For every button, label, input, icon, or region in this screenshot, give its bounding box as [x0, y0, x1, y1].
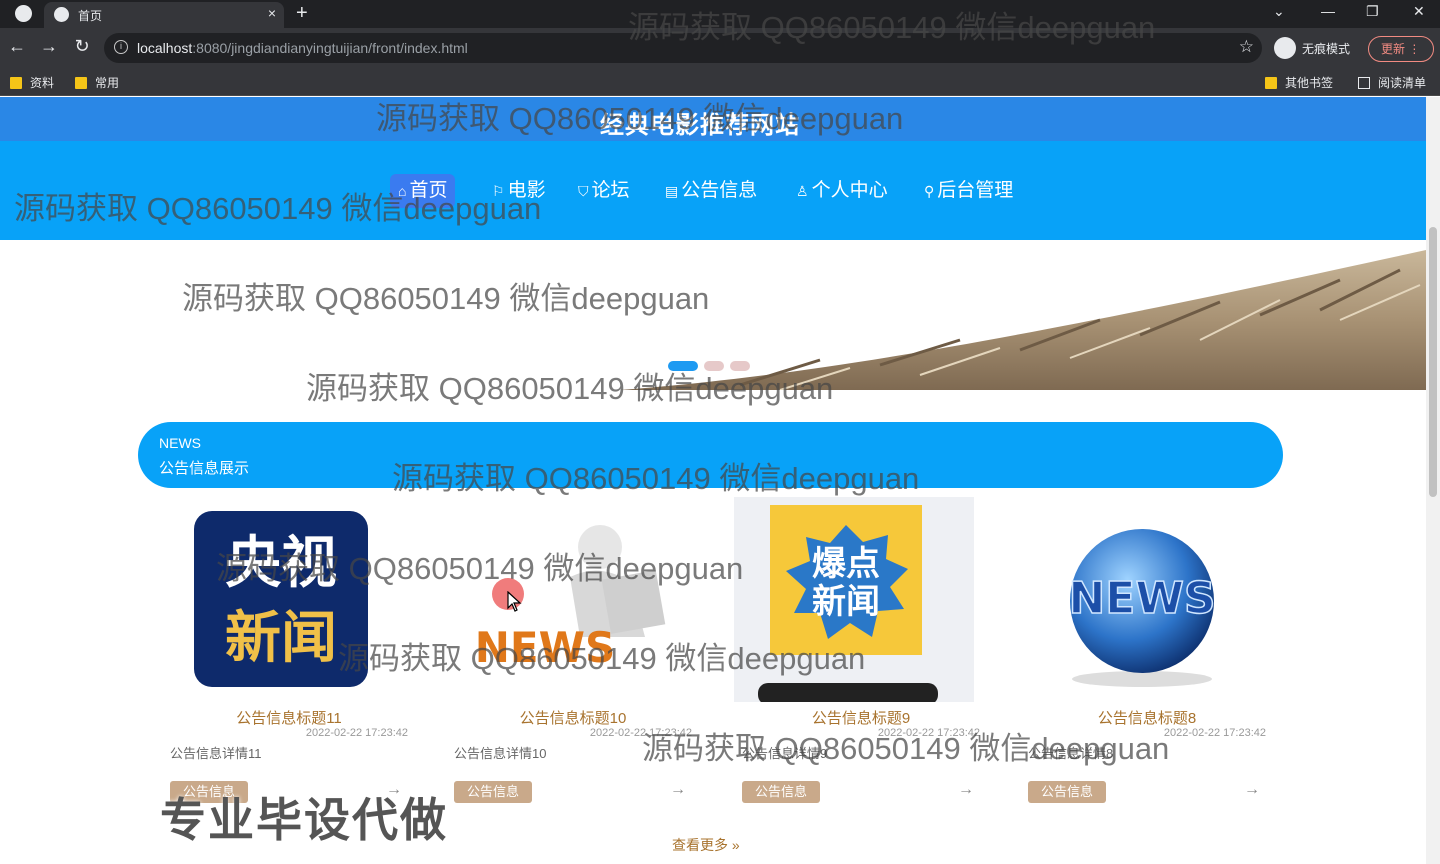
incognito-indicator[interactable]: 无痕模式	[1274, 37, 1350, 59]
incognito-icon	[1274, 37, 1296, 59]
carousel-dot-1[interactable]	[668, 361, 698, 371]
nav-user-center[interactable]: ♙ 个人中心	[788, 174, 896, 208]
card-tag[interactable]: 公告信息	[454, 781, 532, 803]
bookmark-folder-ziliao[interactable]: 资料	[10, 74, 54, 91]
card-time: 2022-02-22 17:23:42	[589, 727, 692, 739]
card-tag[interactable]: 公告信息	[742, 781, 820, 803]
svg-text:央视: 央视	[225, 531, 337, 596]
news-card[interactable]: NEWS 公告信息标题10 2022-02-22 17:23:42 公告信息详情…	[430, 497, 716, 857]
link-icon: ⚲	[924, 183, 935, 199]
view-more-link[interactable]: 查看更多 »	[672, 835, 740, 855]
card-tag[interactable]: 公告信息	[1028, 781, 1106, 803]
browser-tab[interactable]: 首页 ×	[44, 2, 284, 28]
nav-movies[interactable]: ⚐ 电影	[484, 174, 554, 208]
tab-title: 首页	[78, 9, 103, 23]
restore-button[interactable]: ❐	[1366, 3, 1379, 20]
bookmark-star-icon[interactable]: ☆	[1239, 37, 1254, 57]
card-time: 2022-02-22 17:23:42	[1163, 727, 1266, 739]
flag-icon: ⚐	[492, 183, 505, 199]
card-title[interactable]: 公告信息标题8	[1004, 707, 1290, 728]
news-thumbnail-burst: 爆点 新闻	[734, 497, 974, 702]
news-heading-cn: 公告信息展示	[159, 460, 250, 477]
svg-text:爆点: 爆点	[812, 544, 880, 584]
news-thumbnail-cctv: 央视 新闻	[194, 511, 368, 687]
news-card[interactable]: NEWS 公告信息标题8 2022-02-22 17:23:42 公告信息详情8…	[1004, 497, 1290, 857]
card-description: 公告信息详情9	[742, 746, 828, 761]
card-description: 公告信息详情10	[454, 746, 547, 761]
nav-admin[interactable]: ⚲ 后台管理	[916, 174, 1021, 208]
news-thumbnail-globe: NEWS	[1068, 529, 1216, 687]
update-button[interactable]: 更新 ⋮	[1368, 36, 1434, 62]
browser-tab-strip: 首页 × + ⌄ — ❐ ✕	[0, 0, 1440, 28]
carousel-dot-2[interactable]	[704, 361, 724, 371]
browser-logo-icon	[15, 5, 32, 22]
mouse-cursor-icon	[507, 591, 522, 612]
nav-home[interactable]: ⌂ 首页	[390, 174, 456, 208]
news-heading-en: NEWS	[159, 435, 201, 451]
page-scrollbar[interactable]	[1426, 97, 1440, 864]
user-icon: ♙	[796, 183, 809, 199]
bookmark-folder-changyong[interactable]: 常用	[75, 74, 119, 91]
carousel-indicators	[668, 361, 750, 371]
home-icon: ⌂	[398, 183, 407, 199]
card-title[interactable]: 公告信息标题11	[146, 707, 432, 728]
carousel-dot-3[interactable]	[730, 361, 750, 371]
browser-toolbar: ← → ↻ i localhost:8080/jingdiandianyingt…	[0, 28, 1440, 68]
reading-list[interactable]: 阅读清单	[1358, 74, 1426, 91]
main-nav: ⌂ 首页 ⚐ 电影 ⛉ 论坛 ▤ 公告信息 ♙ 个人中心 ⚲ 后台管理	[0, 141, 1426, 240]
card-time: 2022-02-22 17:23:42	[305, 727, 408, 739]
bookmark-folder-other[interactable]: 其他书签	[1265, 74, 1333, 91]
close-window-button[interactable]: ✕	[1413, 3, 1425, 20]
tab-favicon-icon	[54, 7, 69, 22]
svg-text:新闻: 新闻	[812, 582, 880, 622]
card-description: 公告信息详情11	[170, 746, 262, 761]
tab-search-icon[interactable]: ⌄	[1273, 3, 1285, 20]
folder-icon	[75, 76, 87, 89]
news-card[interactable]: 爆点 新闻 公告信息标题9 2022-02-22 17:23:42 公告信息详情…	[718, 497, 1004, 857]
reload-icon[interactable]: ↻	[72, 36, 92, 57]
folder-icon	[10, 76, 22, 89]
svg-text:NEWS: NEWS	[1068, 573, 1215, 624]
address-bar[interactable]: i localhost:8080/jingdiandianyingtuijian…	[104, 33, 1262, 63]
card-title[interactable]: 公告信息标题10	[430, 707, 716, 728]
svg-text:新闻: 新闻	[225, 606, 337, 671]
incognito-label: 无痕模式	[1302, 41, 1351, 56]
url-text[interactable]: localhost:8080/jingdiandianyingtuijian/f…	[137, 40, 468, 56]
arrow-right-icon[interactable]: →	[670, 781, 686, 799]
arrow-right-icon[interactable]: →	[1244, 781, 1260, 799]
nav-announcements[interactable]: ▤ 公告信息	[657, 174, 765, 208]
back-arrow-icon[interactable]: ←	[7, 36, 27, 57]
tab-close-icon[interactable]: ×	[268, 5, 276, 21]
minimize-button[interactable]: —	[1321, 3, 1335, 19]
new-tab-button[interactable]: +	[296, 2, 308, 25]
nav-forum[interactable]: ⛉ 论坛	[570, 174, 638, 208]
forward-arrow-icon[interactable]: →	[39, 36, 59, 57]
news-thumbnail-3d: NEWS	[475, 525, 666, 672]
site-title: 经典电影推荐网站	[600, 112, 800, 139]
bookmarks-bar: 资料 常用 其他书签 阅读清单	[0, 68, 1440, 96]
site-header: 经典电影推荐网站	[0, 97, 1426, 141]
arrow-right-icon[interactable]: →	[958, 781, 974, 799]
scrollbar-thumb[interactable]	[1429, 227, 1437, 497]
promo-stamp: 专业毕设代做	[160, 794, 448, 846]
news-section-header: NEWS 公告信息展示	[138, 422, 1283, 488]
page-viewport: 经典电影推荐网站 ⌂ 首页 ⚐ 电影 ⛉ 论坛 ▤ 公告信息 ♙ 个人中心 ⚲ …	[0, 97, 1426, 864]
site-info-icon[interactable]: i	[114, 40, 128, 54]
folder-icon	[1265, 76, 1277, 89]
tag-icon: ⛉	[578, 183, 589, 199]
card-time: 2022-02-22 17:23:42	[877, 727, 980, 739]
svg-text:NEWS: NEWS	[475, 623, 615, 672]
document-icon: ▤	[665, 183, 679, 199]
card-title[interactable]: 公告信息标题9	[718, 707, 1004, 728]
reading-list-icon	[1358, 76, 1370, 89]
card-description: 公告信息详情8	[1028, 746, 1114, 761]
